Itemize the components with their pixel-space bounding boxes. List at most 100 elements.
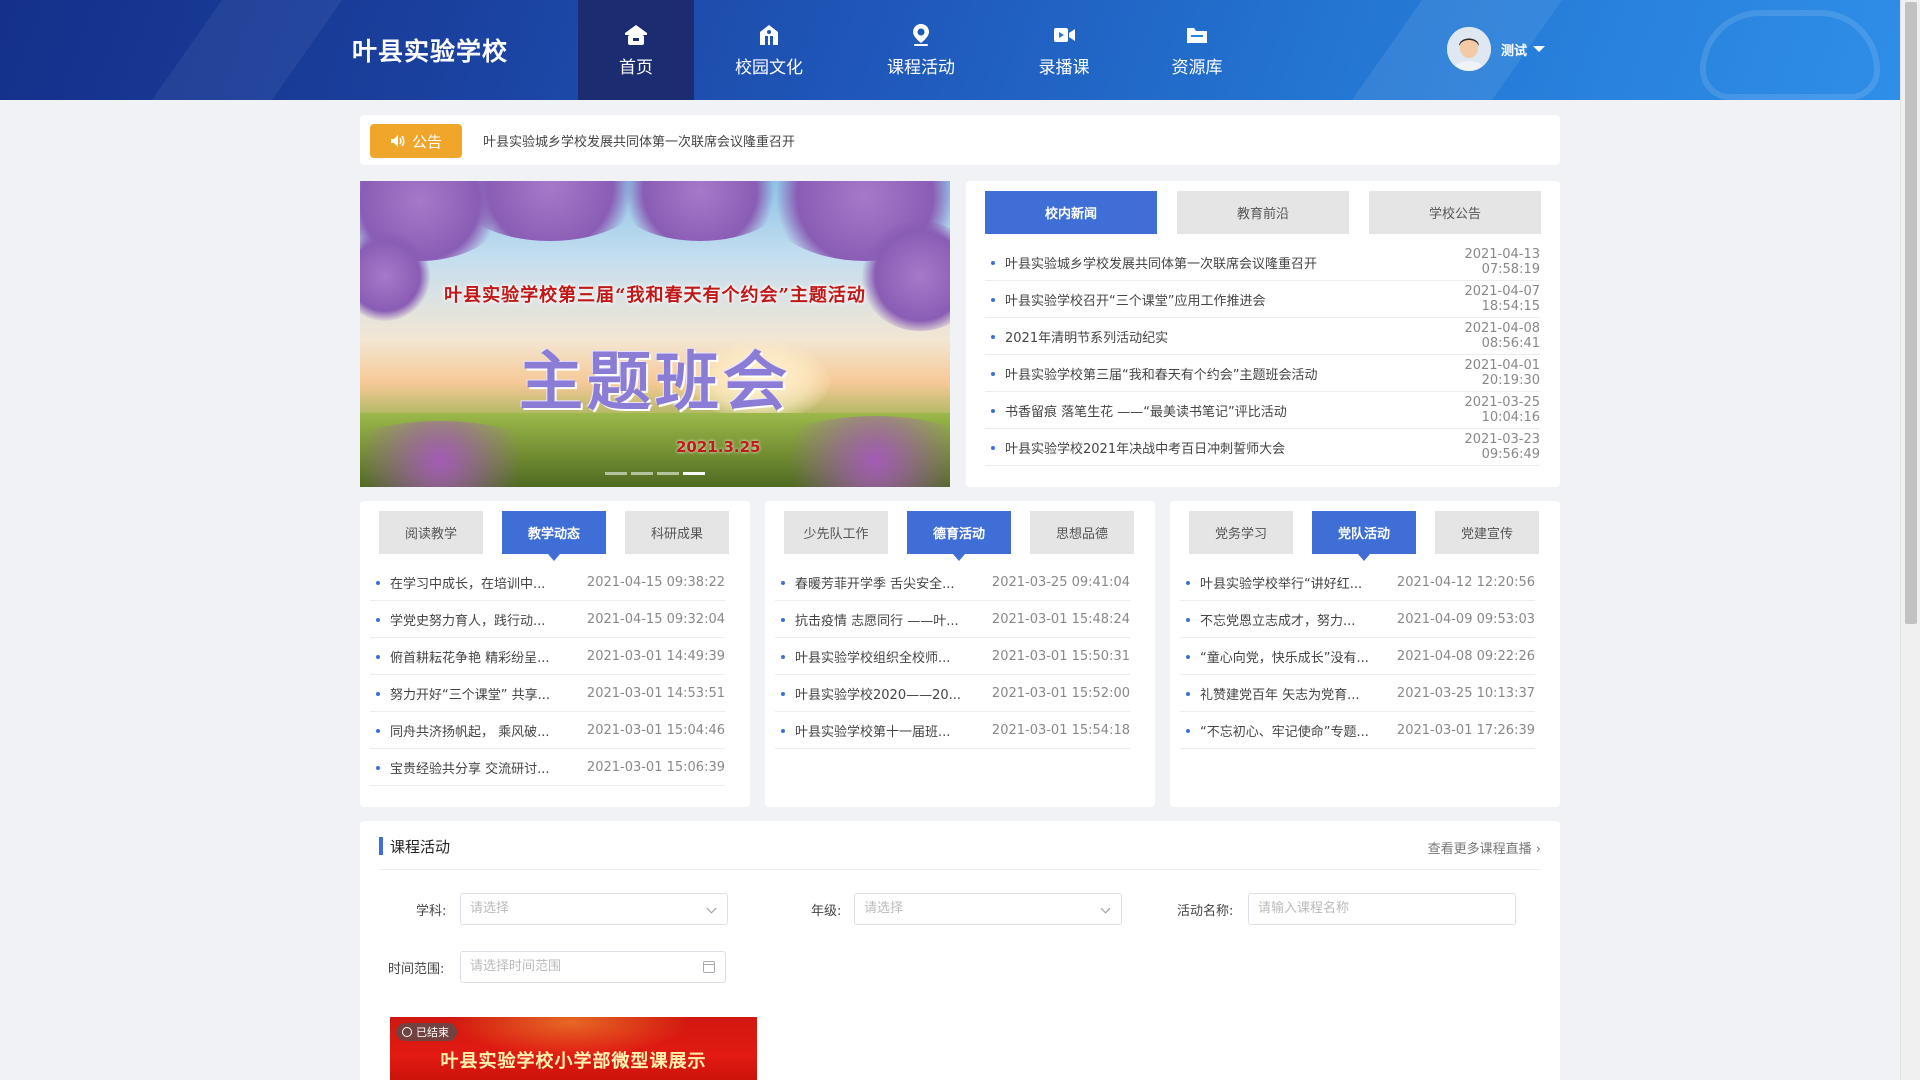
list-item[interactable]: 在学习中成长，在培训中... 2021-04-15 09:38:22	[370, 564, 725, 601]
list-item[interactable]: 叶县实验学校第三届“我和春天有个约会”主题班会活动 2021-04-01 20:1…	[985, 355, 1540, 392]
nav-label: 课程活动	[887, 57, 955, 78]
list-item[interactable]: 叶县实验学校2021年决战中考百日冲刺誓师大会 2021-03-23 09:56:…	[985, 429, 1540, 466]
party-list: 叶县实验学校举行“讲好红... 2021-04-12 12:20:56 不忘党恩立…	[1180, 564, 1535, 749]
user-menu[interactable]: 测试	[1447, 27, 1546, 71]
list-item[interactable]: 抗击疫情 志愿同行 ——叶... 2021-03-01 15:48:24	[775, 601, 1130, 638]
grade-select[interactable]: 请选择	[854, 893, 1122, 925]
nav-item-course-activities[interactable]: 课程活动	[844, 0, 998, 100]
carousel-indicators	[605, 472, 705, 475]
banner-main-text: 主题班会	[519, 345, 791, 420]
top-header: 叶县实验学校 首页 校园文化 课程活动 录播课 资源库 测试	[0, 0, 1900, 100]
time-range-placeholder: 请选择时间范围	[470, 959, 562, 974]
tab-campus-news[interactable]: 校内新闻	[985, 191, 1157, 234]
news-tabs: 校内新闻 教育前沿 学校公告	[985, 191, 1541, 234]
status-badge-label: 已结束	[416, 1026, 449, 1039]
list-item[interactable]: 叶县实验城乡学校发展共同体第一次联席会议隆重召开 2021-04-13 07:58…	[985, 244, 1540, 281]
cloud-logo-watermark	[1700, 10, 1880, 100]
page-scrollbar[interactable]	[1900, 0, 1920, 1080]
activity-name-placeholder: 请输入课程名称	[1258, 901, 1350, 916]
list-item[interactable]: 叶县实验学校第十一届班... 2021-03-01 15:54:18	[775, 712, 1130, 749]
notice-bar: 公告 叶县实验城乡学校发展共同体第一次联席会议隆重召开	[360, 115, 1560, 165]
banner-carousel[interactable]: 叶县实验学校第三届“我和春天有个约会”主题活动 主题班会 2021.3.25	[360, 181, 950, 487]
speaker-icon	[390, 135, 405, 147]
location-pin-icon	[913, 23, 929, 46]
banner-date: 2021.3.25	[676, 438, 761, 456]
home-icon	[625, 24, 647, 45]
list-item[interactable]: 学党史努力育人，践行动... 2021-04-15 09:32:04	[370, 601, 725, 638]
notice-badge-label: 公告	[411, 132, 442, 151]
time-range-label: 时间范围:	[388, 962, 445, 977]
notice-badge: 公告	[370, 124, 462, 158]
list-item[interactable]: 同舟共济扬帆起， 乘风破... 2021-03-01 15:04:46	[370, 712, 725, 749]
news-list: 叶县实验城乡学校发展共同体第一次联席会议隆重召开 2021-04-13 07:58…	[985, 244, 1540, 466]
course-card[interactable]: 已结束 叶县实验学校小学部微型课展示	[390, 1017, 757, 1080]
tab-party-study[interactable]: 党务学习	[1189, 511, 1293, 554]
tab-school-notices[interactable]: 学校公告	[1369, 191, 1541, 234]
news-panel: 校内新闻 教育前沿 学校公告 叶县实验城乡学校发展共同体第一次联席会议隆重召开 2…	[966, 181, 1560, 487]
carousel-dot[interactable]	[605, 472, 627, 475]
calendar-icon	[703, 961, 715, 973]
activity-name-input[interactable]: 请输入课程名称	[1248, 893, 1516, 925]
list-item[interactable]: 叶县实验学校组织全校师... 2021-03-01 15:50:31	[775, 638, 1130, 675]
list-item[interactable]: 俯首耕耘花争艳 精彩纷呈... 2021-03-01 14:49:39	[370, 638, 725, 675]
list-item[interactable]: 礼赞建党百年 矢志为党育... 2021-03-25 10:13:37	[1180, 675, 1535, 712]
school-icon	[760, 24, 778, 45]
folder-icon	[1187, 27, 1207, 43]
tab-party-activities[interactable]: 党队活动	[1312, 511, 1416, 561]
nav-label: 首页	[619, 57, 653, 78]
site-brand[interactable]: 叶县实验学校	[352, 32, 508, 68]
carousel-dot-active[interactable]	[683, 472, 705, 475]
list-item[interactable]: 春暖芳菲开学季 舌尖安全... 2021-03-25 09:41:04	[775, 564, 1130, 601]
tab-teaching-news[interactable]: 教学动态	[502, 511, 606, 561]
nav-item-home[interactable]: 首页	[578, 0, 694, 100]
more-live-courses-link[interactable]: 查看更多课程直播 ›	[1428, 838, 1541, 857]
course-card-title: 叶县实验学校小学部微型课展示	[440, 1051, 707, 1072]
nav-label: 校园文化	[735, 57, 803, 78]
scrollbar-thumb[interactable]	[1905, 2, 1917, 624]
teaching-list: 在学习中成长，在培训中... 2021-04-15 09:38:22 学党史努力育…	[370, 564, 725, 786]
list-item[interactable]: 努力开好“三个课堂” 共享... 2021-03-01 14:53:51	[370, 675, 725, 712]
main-nav: 首页 校园文化 课程活动 录播课 资源库	[578, 0, 1264, 100]
chevron-down-icon	[706, 903, 717, 914]
section-title: 课程活动	[390, 838, 451, 856]
moral-education-list: 春暖芳菲开学季 舌尖安全... 2021-03-25 09:41:04 抗击疫情 …	[775, 564, 1130, 749]
nav-item-campus-culture[interactable]: 校园文化	[694, 0, 844, 100]
tab-research-results[interactable]: 科研成果	[625, 511, 729, 554]
section-accent-bar	[379, 837, 383, 855]
list-item[interactable]: 宝贵经验共分享 交流研讨... 2021-03-01 15:06:39	[370, 749, 725, 786]
status-badge: 已结束	[396, 1023, 457, 1041]
list-item[interactable]: 叶县实验学校召开“三个课堂”应用工作推进会 2021-04-07 18:54:15	[985, 281, 1540, 318]
tab-young-pioneers[interactable]: 少先队工作	[784, 511, 888, 554]
teaching-panel: 阅读教学 教学动态 科研成果 在学习中成长，在培训中... 2021-04-15 …	[360, 501, 750, 807]
list-item[interactable]: 书香留痕 落笔生花 ——“最美读书笔记”评比活动 2021-03-25 10:04…	[985, 392, 1540, 429]
moral-education-tabs: 少先队工作 德育活动 思想品德	[784, 511, 1134, 561]
list-item[interactable]: 2021年清明节系列活动纪实 2021-04-08 08:56:41	[985, 318, 1540, 355]
notice-text[interactable]: 叶县实验城乡学校发展共同体第一次联席会议隆重召开	[483, 131, 795, 150]
carousel-dot[interactable]	[631, 472, 653, 475]
list-item[interactable]: 叶县实验学校举行“讲好红... 2021-04-12 12:20:56	[1180, 564, 1535, 601]
avatar[interactable]	[1447, 27, 1491, 71]
nav-label: 录播课	[1038, 57, 1090, 78]
grade-label: 年级:	[811, 904, 842, 919]
nav-item-resource-library[interactable]: 资源库	[1130, 0, 1264, 100]
list-item[interactable]: 叶县实验学校2020——20... 2021-03-01 15:52:00	[775, 675, 1130, 712]
tab-reading-teaching[interactable]: 阅读教学	[379, 511, 483, 554]
tab-ideology-morality[interactable]: 思想品德	[1030, 511, 1134, 554]
tab-party-publicity[interactable]: 党建宣传	[1435, 511, 1539, 554]
nav-item-recorded-lessons[interactable]: 录播课	[998, 0, 1130, 100]
subject-select[interactable]: 请选择	[460, 893, 728, 925]
list-item[interactable]: “童心向党，快乐成长”没有... 2021-04-08 09:22:26	[1180, 638, 1535, 675]
party-tabs: 党务学习 党队活动 党建宣传	[1189, 511, 1539, 561]
list-item[interactable]: “不忘初心、牢记使命”专题... 2021-03-01 17:26:39	[1180, 712, 1535, 749]
tab-moral-activities[interactable]: 德育活动	[907, 511, 1011, 561]
tab-education-frontier[interactable]: 教育前沿	[1177, 191, 1349, 234]
chevron-down-icon	[1100, 903, 1111, 914]
party-panel: 党务学习 党队活动 党建宣传 叶县实验学校举行“讲好红... 2021-04-12…	[1170, 501, 1560, 807]
grade-placeholder: 请选择	[864, 901, 904, 916]
carousel-dot[interactable]	[657, 472, 679, 475]
list-item[interactable]: 不忘党恩立志成才，努力... 2021-04-09 09:53:03	[1180, 601, 1535, 638]
time-range-picker[interactable]: 请选择时间范围	[460, 951, 726, 983]
user-name: 测试	[1501, 43, 1528, 59]
subject-label: 学科:	[416, 904, 447, 919]
teaching-tabs: 阅读教学 教学动态 科研成果	[379, 511, 729, 561]
